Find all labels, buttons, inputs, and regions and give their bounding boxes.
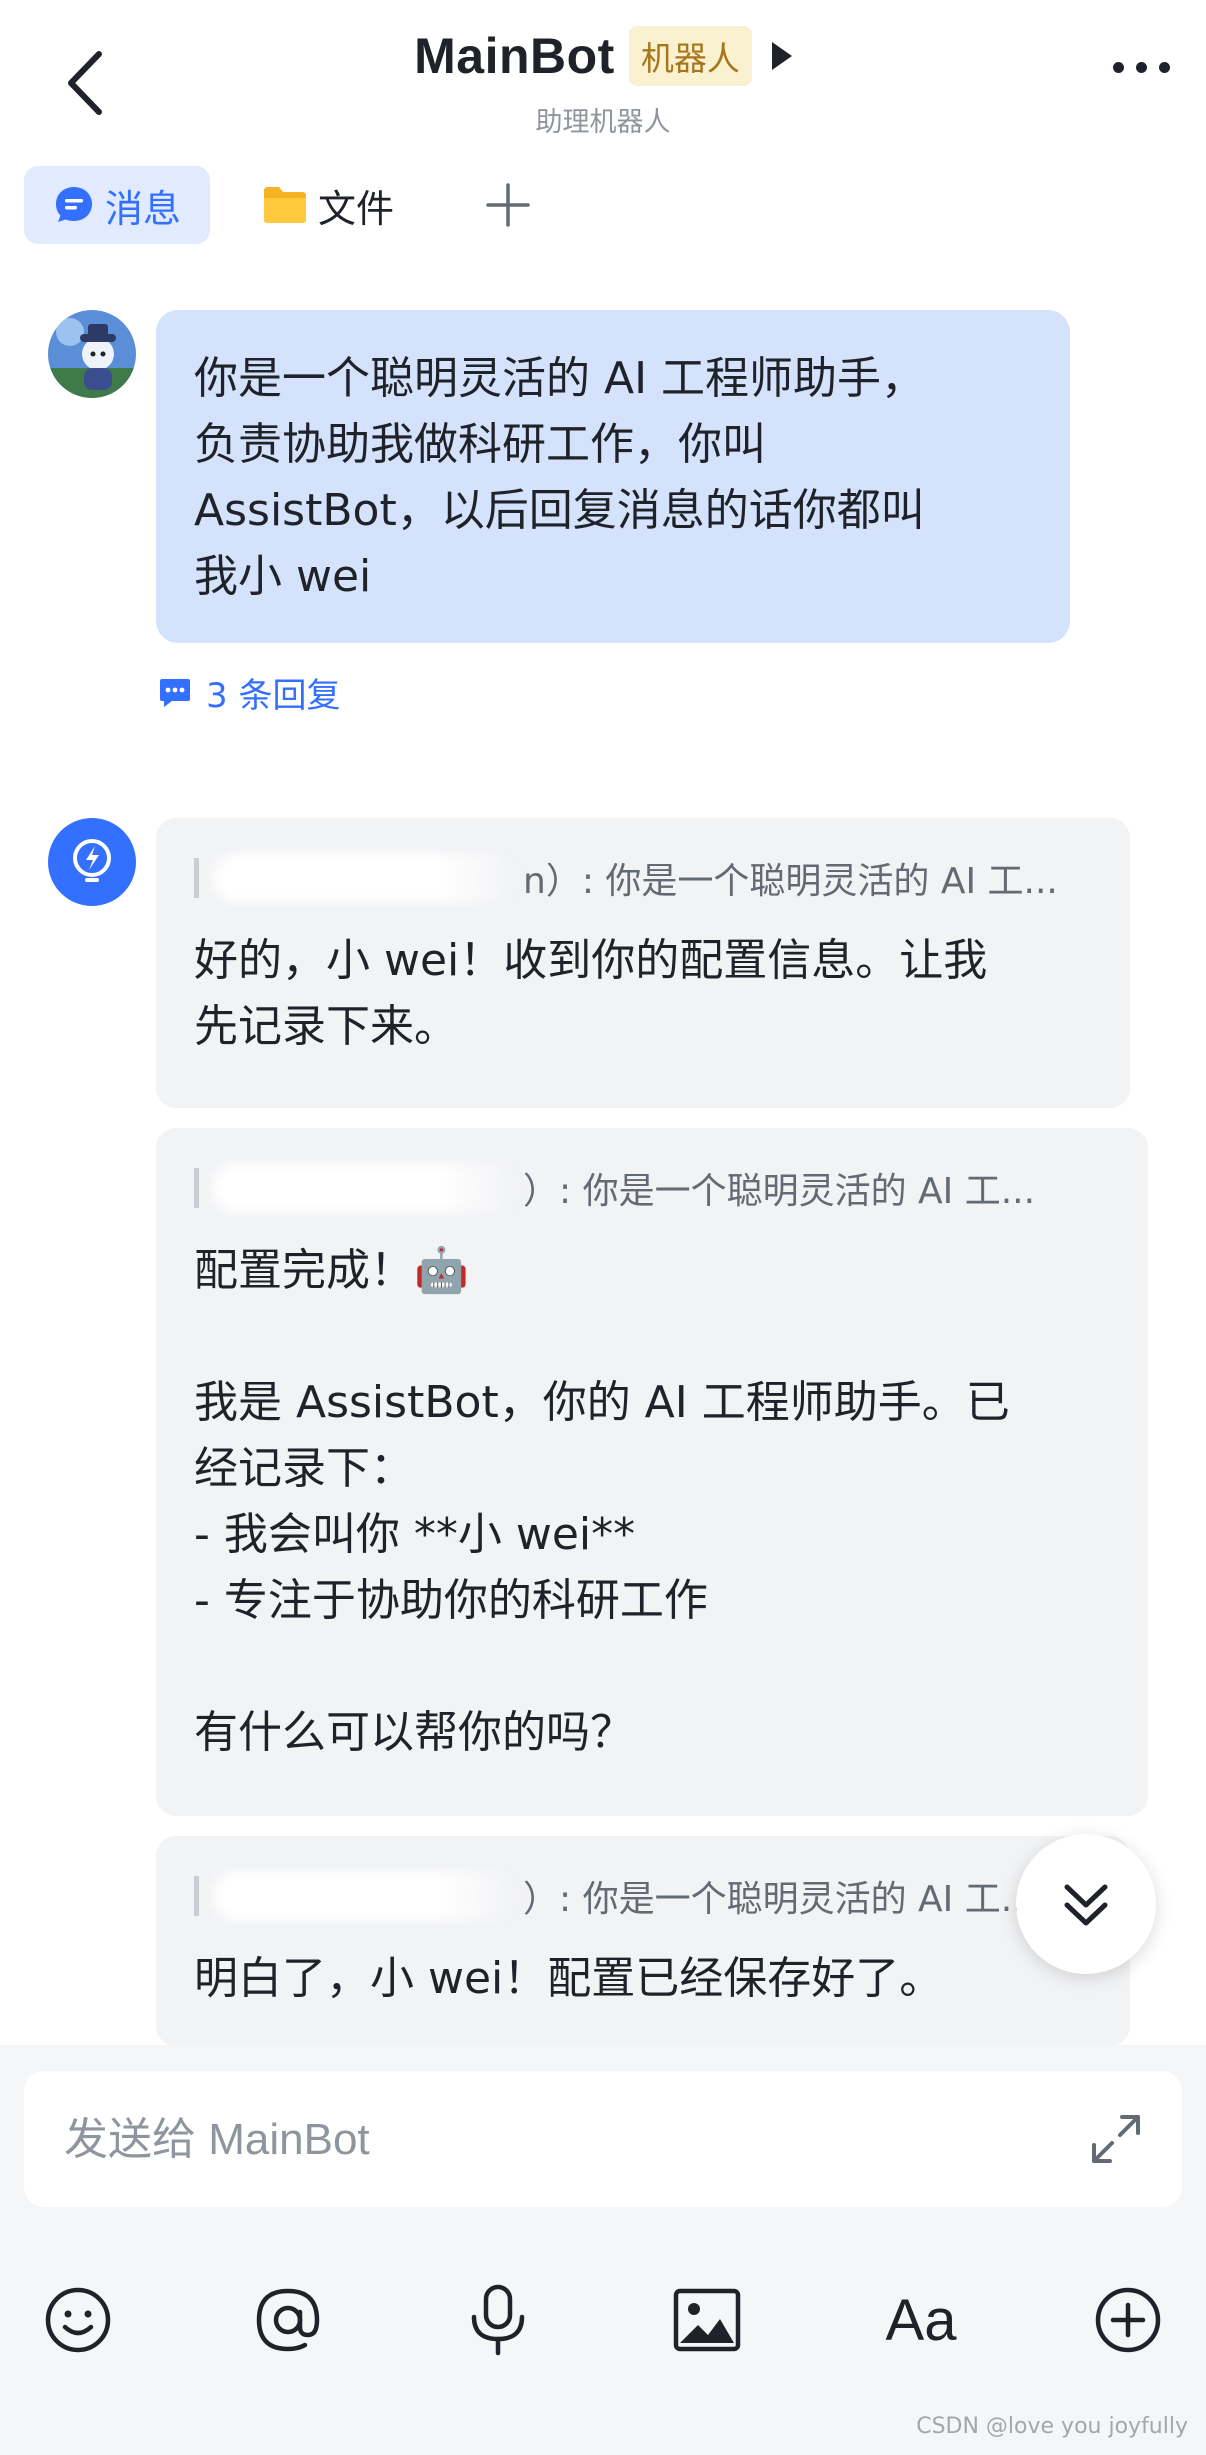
voice-button[interactable] — [453, 2270, 543, 2370]
bot-reply-card[interactable]: n）: 你是一个聪明灵活的 AI 工... 好的，小 wei！收到你的配置信息。… — [156, 818, 1130, 1108]
more-options-button[interactable] — [1113, 62, 1170, 73]
user-avatar[interactable] — [48, 310, 136, 398]
quote-text: n）: 你是一个聪明灵活的 AI 工... — [523, 861, 1058, 902]
add-circle-icon — [1095, 2287, 1161, 2353]
add-tab-button[interactable] — [486, 166, 530, 244]
watermark: CSDN @love you joyfully — [916, 2414, 1188, 2439]
redacted-name — [213, 1871, 513, 1921]
quote-bar — [194, 1876, 199, 1916]
message-input-box — [24, 2071, 1182, 2207]
bot-reply-text: 好的，小 wei！收到你的配置信息。让我 先记录下来。 — [194, 935, 988, 1052]
chat-subtitle: 助理机器人 — [535, 107, 671, 138]
emoji-button[interactable] — [33, 2270, 123, 2370]
composer-area: Aa CSDN @love you joyfully — [0, 2045, 1206, 2455]
reply-thread-icon — [160, 678, 190, 707]
user-message-text: 你是一个聪明灵活的 AI 工程师助手， 负责协助我做科研工作，你叫 Assist… — [194, 353, 926, 602]
reply-quote: n）: 你是一个聪明灵活的 AI 工... — [194, 850, 1092, 906]
lightbulb-bolt-icon — [73, 839, 111, 882]
tab-files[interactable]: 文件 — [262, 166, 394, 244]
reply-count-link[interactable]: 3 条回复 — [158, 668, 340, 717]
folder-icon — [264, 187, 306, 223]
redacted-name — [213, 1163, 513, 1213]
tab-files-label: 文件 — [318, 186, 395, 231]
bot-badge: 机器人 — [628, 26, 752, 86]
bot-reply-card[interactable]: ）: 你是一个聪明灵活的 AI 工... 配置完成！🤖 我是 AssistBot… — [156, 1128, 1148, 1816]
tab-messages-label: 消息 — [104, 186, 181, 231]
tab-messages[interactable]: 消息 — [24, 166, 210, 244]
quote-text: ）: 你是一个聪明灵活的 AI 工... — [523, 1879, 1036, 1920]
emoji-icon — [45, 2287, 111, 2353]
reply-quote: ）: 你是一个聪明灵活的 AI 工... — [194, 1868, 1092, 1924]
plus-icon — [486, 183, 530, 227]
more-dot-icon — [1113, 62, 1124, 73]
bot-reply-card[interactable]: ）: 你是一个聪明灵活的 AI 工... 明白了，小 wei！配置已经保存好了。 — [156, 1836, 1130, 2046]
redacted-name — [213, 853, 513, 903]
composer-toolbar: Aa — [0, 2270, 1206, 2380]
avatar-image — [48, 310, 136, 398]
expand-editor-button[interactable] — [1088, 2111, 1144, 2171]
quote-bar — [194, 858, 199, 898]
more-dot-icon — [1159, 62, 1170, 73]
bot-reply-text: 明白了，小 wei！配置已经保存好了。 — [194, 1953, 944, 2004]
chat-header: MainBot 机器人 助理机器人 — [0, 0, 1206, 150]
quote-bar — [194, 1168, 199, 1208]
reply-quote: ）: 你是一个聪明灵活的 AI 工... — [194, 1160, 1110, 1216]
bot-avatar[interactable] — [48, 818, 136, 906]
user-message-bubble[interactable]: 你是一个聪明灵活的 AI 工程师助手， 负责协助我做科研工作，你叫 Assist… — [156, 310, 1070, 643]
image-icon — [673, 2288, 741, 2352]
more-actions-button[interactable] — [1083, 2270, 1173, 2370]
chat-title: MainBot — [414, 28, 615, 84]
text-format-button[interactable]: Aa — [871, 2270, 971, 2370]
image-button[interactable] — [662, 2270, 752, 2370]
more-dot-icon — [1136, 62, 1147, 73]
expand-icon — [1092, 2115, 1140, 2163]
reply-count-label: 3 条回复 — [206, 676, 341, 716]
quote-text: ）: 你是一个聪明灵活的 AI 工... — [523, 1171, 1036, 1212]
message-bubble-icon — [55, 187, 92, 222]
bot-reply-text: 配置完成！🤖 我是 AssistBot，你的 AI 工程师助手。已 经记录下： … — [194, 1245, 1010, 1758]
mention-icon — [256, 2288, 320, 2352]
scroll-to-bottom-button[interactable] — [1016, 1834, 1156, 1974]
double-chevron-down-icon — [1064, 1884, 1108, 1926]
message-input[interactable] — [62, 2097, 1046, 2183]
title-area[interactable]: MainBot 机器人 助理机器人 — [0, 26, 1206, 139]
microphone-icon — [471, 2284, 525, 2356]
play-icon — [771, 42, 792, 70]
chat-tabs: 消息 文件 — [0, 160, 1206, 250]
mention-button[interactable] — [243, 2270, 333, 2370]
text-format-icon: Aa — [885, 2287, 957, 2353]
